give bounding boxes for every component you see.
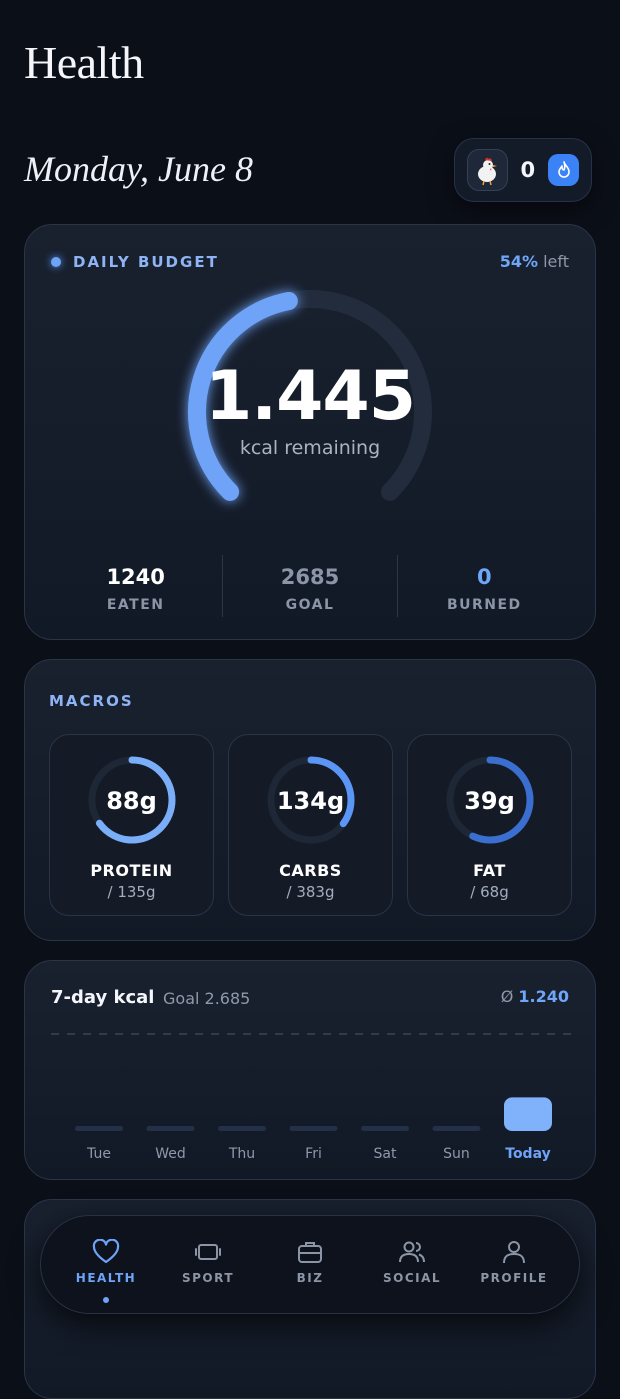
macro-name: CARBS	[279, 861, 342, 880]
bar-tue	[75, 1126, 123, 1131]
percent-suffix: left	[538, 252, 569, 271]
tab-label: SOCIAL	[382, 1270, 442, 1285]
day-label: Sat	[374, 1146, 397, 1162]
macro-goal: / 68g	[470, 883, 509, 901]
stat-eaten: 1240 EATEN	[49, 555, 222, 617]
macro-protein[interactable]: 88g PROTEIN / 135g	[49, 734, 214, 916]
chicken-avatar-icon	[467, 149, 508, 191]
week-bar-chart: Tue Wed Thu Fri Sat Sun Today	[51, 1033, 571, 1162]
stat-label: EATEN	[106, 597, 165, 613]
active-indicator	[103, 1296, 109, 1303]
day-label: Thu	[228, 1146, 255, 1162]
day-label: Sun	[443, 1146, 470, 1162]
kcal-remaining-label: kcal remaining	[239, 437, 381, 459]
tab-sport[interactable]: SPORT	[162, 1225, 254, 1305]
bar-sun	[432, 1126, 481, 1131]
tab-label: SPORT	[181, 1270, 235, 1285]
status-dot	[51, 257, 61, 267]
macro-grid: 88g PROTEIN / 135g 134g CARBS / 383g 39g…	[49, 734, 572, 916]
bottom-tab-bar: HEALTH SPORT BIZ SOCIAL PROFILE	[40, 1215, 580, 1314]
daily-budget-card: DAILY BUDGET 54% left 1.445 kcal remaini…	[24, 224, 596, 640]
tab-biz[interactable]: BIZ	[264, 1225, 356, 1305]
dumbbell-icon	[195, 1243, 221, 1260]
bar-thu	[218, 1126, 266, 1131]
macro-carbs[interactable]: 134g CARBS / 383g	[228, 734, 393, 916]
bar-wed	[146, 1126, 195, 1131]
tab-label: HEALTH	[75, 1270, 137, 1285]
stat-value: 0	[477, 565, 492, 589]
macro-fat[interactable]: 39g FAT / 68g	[407, 734, 572, 916]
tab-label: PROFILE	[480, 1270, 548, 1285]
page-title: Health	[24, 37, 144, 88]
heart-icon	[92, 1238, 120, 1263]
stat-burned: 0 BURNED	[396, 555, 571, 617]
bar-today	[504, 1097, 552, 1131]
tab-social[interactable]: SOCIAL	[366, 1225, 458, 1305]
bar-sat	[361, 1126, 409, 1131]
day-label: Fri	[305, 1146, 322, 1162]
bar-fri	[289, 1126, 338, 1131]
stat-value: 2685	[280, 565, 340, 589]
calorie-stats: 1240 EATEN 2685 GOAL 0 BURNED	[49, 555, 571, 617]
tab-label: BIZ	[296, 1270, 324, 1285]
day-label: Wed	[155, 1146, 186, 1162]
percent-left: 54% left	[500, 252, 569, 271]
macro-name: PROTEIN	[90, 861, 173, 880]
macros-card: MACROS 88g PROTEIN / 135g 134g CARBS / 3…	[24, 659, 596, 941]
people-icon	[399, 1241, 425, 1262]
percent-value: 54%	[499, 252, 538, 271]
macro-value: 134g	[276, 787, 345, 815]
tab-profile[interactable]: PROFILE	[468, 1225, 560, 1305]
stat-value: 1240	[106, 565, 165, 589]
person-icon	[503, 1240, 525, 1263]
stat-goal: 2685 GOAL	[222, 555, 396, 617]
macro-goal: / 383g	[286, 883, 335, 901]
briefcase-icon	[298, 1241, 322, 1263]
kcal-remaining-value: 1.445	[204, 357, 416, 436]
streak-badge[interactable]: 0	[454, 138, 592, 202]
macro-value: 39g	[464, 787, 515, 815]
weekly-kcal-card: 7-day kcal Goal 2.685 Ø 1.240 Tue Wed Thu F…	[24, 960, 596, 1180]
tab-health[interactable]: HEALTH	[60, 1225, 152, 1305]
flame-icon	[548, 154, 579, 186]
macro-name: FAT	[473, 861, 506, 880]
macro-goal: / 135g	[107, 883, 156, 901]
date-label: Monday, June 8	[24, 149, 253, 189]
day-label: Tue	[86, 1146, 111, 1162]
streak-count: 0	[520, 158, 536, 182]
macros-title: MACROS	[49, 692, 134, 710]
macro-value: 88g	[106, 787, 157, 815]
day-label: Today	[505, 1146, 550, 1162]
stat-label: GOAL	[285, 597, 335, 613]
stat-label: BURNED	[446, 597, 522, 613]
